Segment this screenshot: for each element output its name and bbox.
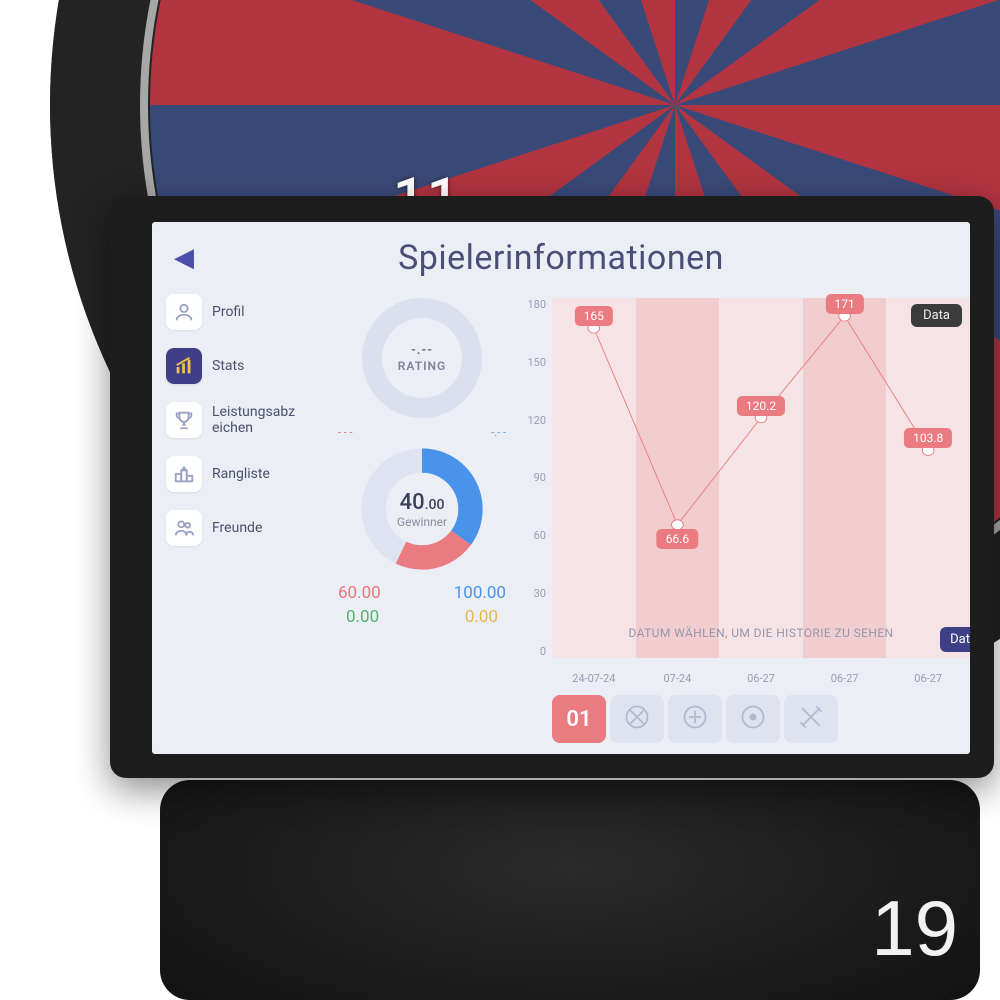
donut-value: 40.00	[400, 490, 445, 515]
rating-left-dash: - - -	[338, 426, 353, 439]
sidebar: Profil Stats	[152, 294, 332, 754]
rating-dash-row: - - - -.- -	[332, 426, 512, 445]
sidebar-item-stats[interactable]: Stats	[166, 348, 324, 384]
page-title: Spielerinformationen	[152, 238, 970, 278]
history-chart[interactable]: 180 150 120 90 60 30 0 DATUM WÄHLEN, UM DIE HI…	[522, 294, 970, 672]
mode-target-button[interactable]	[610, 695, 664, 743]
sidebar-item-freunde[interactable]: Freunde	[166, 510, 324, 546]
stat-blue: 100.00	[422, 583, 512, 603]
mode-label: 01	[566, 707, 591, 732]
x-tick[interactable]: 06-27	[803, 672, 887, 685]
y-tick: 150	[522, 356, 546, 369]
donut-sublabel: Gewinner	[397, 515, 447, 529]
chart-point-label: 165	[575, 306, 613, 326]
tablet-frame: ◀ Spielerinformationen Profil	[110, 196, 994, 778]
chart-point-label: 66.6	[657, 529, 698, 549]
rating-column: -.-- RATING - - - -.- - 40.00	[332, 294, 512, 754]
y-tick: 180	[522, 298, 546, 311]
donut-stats-grid: 60.00 100.00 0.00 0.00	[332, 583, 512, 627]
bullseye-icon	[739, 703, 767, 735]
rating-value: -.--	[411, 343, 433, 358]
chart-point-label: 120.2	[737, 396, 785, 416]
y-tick: 0	[522, 645, 546, 658]
y-tick: 90	[522, 471, 546, 484]
growth-chart-icon	[166, 348, 202, 384]
dartboard-stand: 19	[160, 780, 980, 1000]
sidebar-item-label: Stats	[212, 358, 244, 374]
mode-01-button[interactable]: 01	[552, 695, 606, 743]
y-tick: 30	[522, 587, 546, 600]
stat-green: 0.00	[332, 607, 422, 627]
trophy-icon	[166, 402, 202, 438]
mode-plus-button[interactable]	[668, 695, 722, 743]
rating-ring: -.-- RATING	[362, 298, 482, 418]
sidebar-item-rangliste[interactable]: Rangliste	[166, 456, 324, 492]
chart-x-axis: 24-07-2407-2406-2706-2706-27	[522, 672, 970, 685]
darts-cross-icon	[797, 703, 825, 735]
mode-darts-button[interactable]	[784, 695, 838, 743]
x-tick[interactable]: 07-24	[636, 672, 720, 685]
person-icon	[166, 294, 202, 330]
chart-point-label: 103.8	[904, 428, 952, 448]
chart-column: 180 150 120 90 60 30 0 DATUM WÄHLEN, UM DIE HI…	[512, 294, 970, 754]
sidebar-item-leistungsabzeichen[interactable]: Leistungsabz eichen	[166, 402, 324, 438]
chart-y-axis: 180 150 120 90 60 30 0	[522, 294, 552, 672]
plus-circle-icon	[681, 703, 709, 735]
y-tick: 60	[522, 529, 546, 542]
friends-icon	[166, 510, 202, 546]
game-mode-bar: 01	[552, 695, 970, 743]
mode-bullseye-button[interactable]	[726, 695, 780, 743]
back-button[interactable]: ◀	[174, 243, 194, 273]
sidebar-item-label: Profil	[212, 304, 245, 320]
app-screen: ◀ Spielerinformationen Profil	[152, 222, 970, 754]
chart-point-label: 171	[825, 294, 863, 314]
x-tick[interactable]: 06-27	[719, 672, 803, 685]
stand-number: 19	[871, 883, 958, 974]
x-tick[interactable]: 06-27	[886, 672, 970, 685]
stat-yellow: 0.00	[422, 607, 512, 627]
stat-red: 60.00	[332, 583, 422, 603]
winner-donut: 40.00 Gewinner	[358, 445, 486, 573]
podium-icon	[166, 456, 202, 492]
sidebar-item-profil[interactable]: Profil	[166, 294, 324, 330]
x-tick[interactable]: 24-07-24	[552, 672, 636, 685]
rating-right-dash: -.- -	[491, 426, 506, 439]
sidebar-item-label: Freunde	[212, 520, 262, 536]
target-x-icon	[623, 703, 651, 735]
chart-plot[interactable]: DATUM WÄHLEN, UM DIE HISTORIE ZU SEHEN D…	[552, 298, 970, 658]
y-tick: 120	[522, 414, 546, 427]
rating-label: RATING	[398, 359, 446, 373]
sidebar-item-label: Leistungsabz eichen	[212, 404, 295, 436]
sidebar-item-label: Rangliste	[212, 466, 270, 482]
